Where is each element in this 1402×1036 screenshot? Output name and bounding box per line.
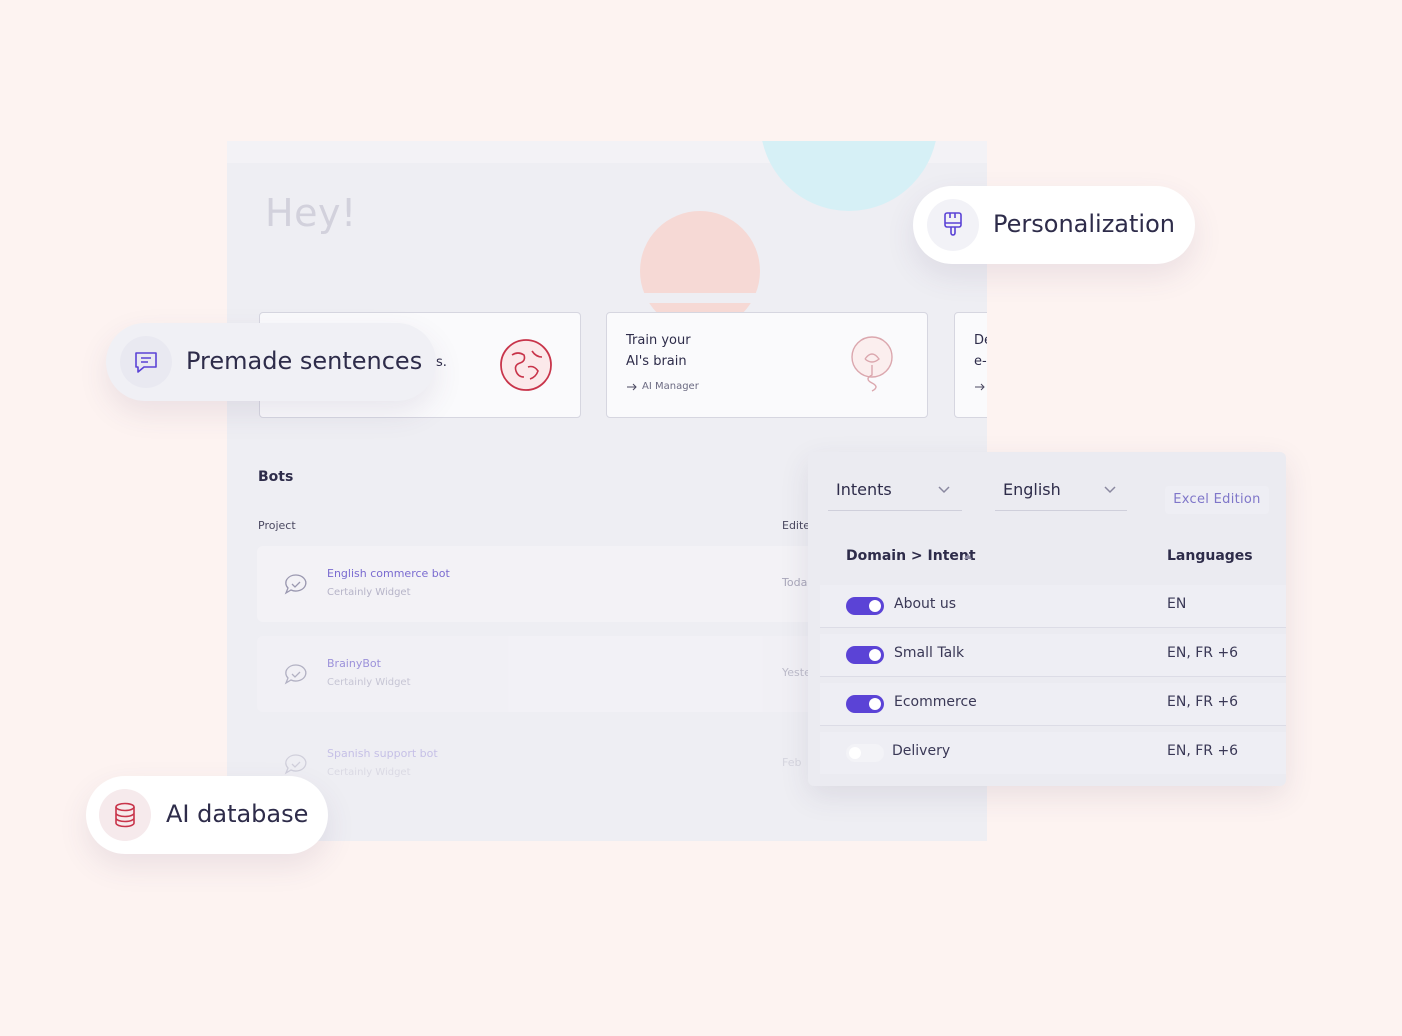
- card-ecommerce[interactable]: De e-: [954, 312, 987, 418]
- bot-subtitle: Certainly Widget: [327, 587, 411, 598]
- edited-column-header: Edite: [782, 519, 811, 532]
- intents-panel: Intents English Excel Edition Domain > I…: [808, 452, 1286, 786]
- globe-icon: [500, 339, 552, 391]
- chevron-down-icon: [938, 486, 950, 494]
- intent-languages: EN, FR +6: [1167, 743, 1239, 759]
- toggle-knob: [869, 600, 881, 612]
- card-link-label: AI Manager: [642, 381, 699, 392]
- intent-toggle[interactable]: [846, 646, 884, 664]
- intent-name: Ecommerce: [894, 694, 977, 710]
- intent-name: About us: [894, 596, 957, 612]
- toggle-knob: [849, 747, 861, 759]
- intent-languages: EN, FR +6: [1167, 645, 1239, 661]
- chat-bubble-icon: [284, 754, 307, 775]
- intent-toggle[interactable]: [846, 744, 884, 762]
- premade-sentences-label: Premade sentences: [186, 347, 423, 375]
- domain-intent-header[interactable]: Domain > Intent: [846, 548, 976, 564]
- intent-row[interactable]: Delivery EN, FR +6: [820, 732, 1286, 774]
- chat-bubble-icon: [284, 664, 307, 685]
- decor-blob-blue: [760, 141, 938, 211]
- languages-header: Languages: [1167, 548, 1253, 564]
- personalization-label: Personalization: [993, 210, 1175, 238]
- excel-edition-button[interactable]: Excel Edition: [1165, 486, 1269, 514]
- card-title-line2: AI's brain: [626, 354, 687, 369]
- intent-toggle[interactable]: [846, 695, 884, 713]
- chevron-down-icon: [1104, 486, 1116, 494]
- ai-database-label: AI database: [166, 800, 309, 828]
- paintbrush-icon: [927, 199, 979, 251]
- intent-toggle[interactable]: [846, 597, 884, 615]
- language-select-value: English: [1003, 480, 1061, 499]
- database-icon: [99, 789, 151, 841]
- bot-name: BrainyBot: [327, 657, 381, 670]
- intent-row[interactable]: Ecommerce EN, FR +6: [820, 683, 1286, 726]
- ai-database-pill: AI database: [86, 776, 328, 854]
- personalization-pill: Personalization: [913, 186, 1195, 264]
- bot-subtitle: Certainly Widget: [327, 677, 411, 688]
- bot-row[interactable]: BrainyBot Certainly Widget Yeste: [257, 636, 817, 712]
- card-train-ai[interactable]: Train your AI's brain AI Manager: [606, 312, 928, 418]
- intent-type-select[interactable]: Intents: [828, 472, 962, 511]
- card-link[interactable]: AI Manager: [627, 381, 699, 392]
- chat-bubble-icon: [284, 574, 307, 595]
- intent-row[interactable]: About us EN: [820, 585, 1286, 628]
- lightbulb-icon: [851, 336, 893, 392]
- bot-row[interactable]: Spanish support bot Certainly Widget Feb: [257, 726, 817, 802]
- toggle-knob: [869, 649, 881, 661]
- project-column-header: Project: [258, 519, 296, 532]
- card-title-line1: De: [974, 333, 987, 348]
- premade-sentences-pill: Premade sentences: [106, 323, 436, 401]
- bot-date: Yeste: [782, 666, 811, 679]
- bot-name: Spanish support bot: [327, 747, 438, 760]
- chat-icon: [120, 336, 172, 388]
- toggle-knob: [869, 698, 881, 710]
- decor-mask: [227, 293, 987, 303]
- bot-subtitle: Certainly Widget: [327, 767, 411, 778]
- language-select[interactable]: English: [995, 472, 1127, 511]
- arrow-right-icon: [975, 383, 985, 391]
- sort-ascending-icon[interactable]: [964, 554, 972, 559]
- bot-date: Feb: [782, 756, 802, 769]
- arrow-right-icon: [627, 383, 637, 390]
- intent-name: Delivery: [892, 743, 951, 759]
- bot-row[interactable]: English commerce bot Certainly Widget To…: [257, 546, 817, 622]
- intent-languages: EN: [1167, 596, 1187, 612]
- card-title-line2: e-: [974, 354, 987, 369]
- bot-name: English commerce bot: [327, 567, 450, 580]
- intent-languages: EN, FR +6: [1167, 694, 1239, 710]
- bot-date: Toda: [782, 576, 808, 589]
- intent-row[interactable]: Small Talk EN, FR +6: [820, 634, 1286, 677]
- intent-type-select-value: Intents: [836, 480, 892, 499]
- card-snippet: s.: [436, 355, 447, 370]
- intent-name: Small Talk: [894, 645, 965, 661]
- bots-title: Bots: [258, 469, 294, 485]
- card-title-line1: Train your: [626, 333, 691, 348]
- greeting-heading: Hey!: [265, 191, 357, 235]
